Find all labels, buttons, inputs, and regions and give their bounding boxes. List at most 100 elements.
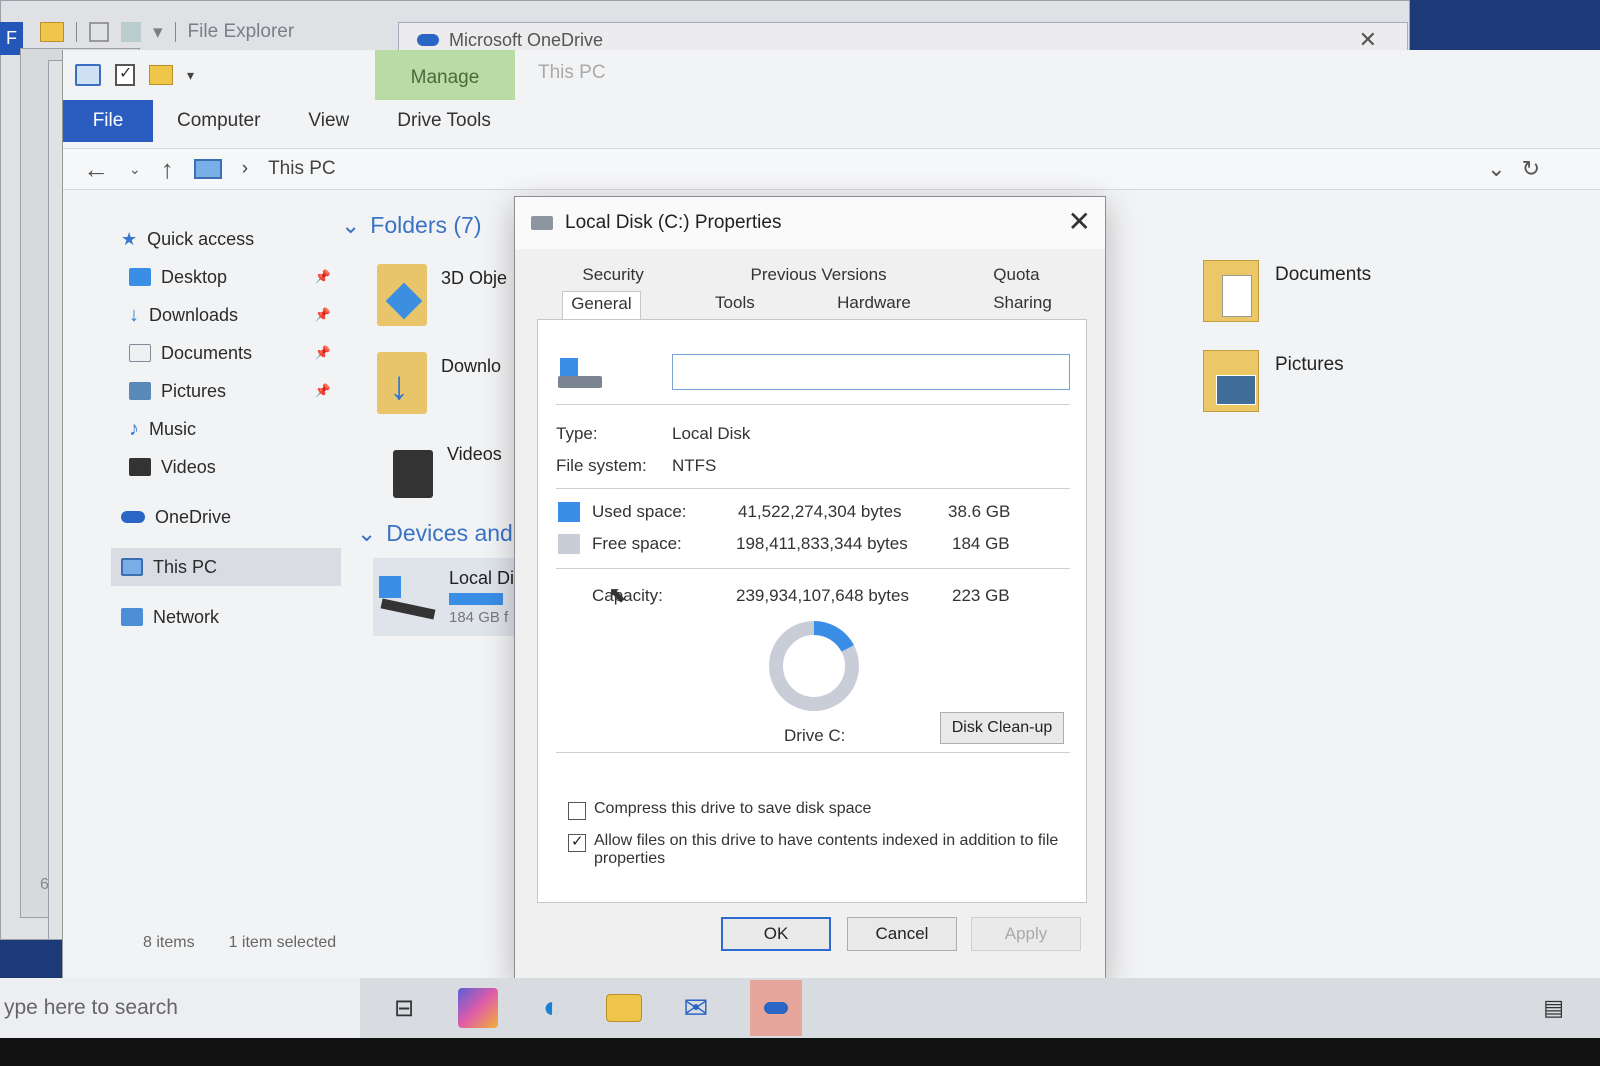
nav-music[interactable]: ♪ Music <box>111 410 341 448</box>
nav-label: Videos <box>161 456 216 477</box>
navigation-pane: ★ Quick access Desktop 📌 ↓ Downloads 📌 D… <box>111 220 341 636</box>
drive-c-tile[interactable]: Local Di 184 GB f <box>373 558 523 636</box>
tab-sharing[interactable]: Sharing <box>985 291 1060 319</box>
compress-label: Compress this drive to save disk space <box>594 800 872 817</box>
folder-icon <box>40 22 64 42</box>
nav-label: Quick access <box>147 228 255 249</box>
taskbar-search-box[interactable]: ype here to search <box>0 978 360 1038</box>
dialog-title: Local Disk (C:) Properties <box>565 212 782 233</box>
divider <box>556 404 1070 405</box>
up-arrow-icon[interactable]: ↑ <box>161 154 174 185</box>
back-arrow-icon[interactable]: ← <box>83 154 109 185</box>
compress-checkbox[interactable] <box>568 802 586 820</box>
film-icon <box>129 458 151 476</box>
chevron-down-icon: ⌄ <box>357 520 377 546</box>
customize-toolbar-icon[interactable]: ▾ <box>187 67 194 84</box>
mouse-cursor-icon: ⬉ <box>608 582 627 607</box>
used-space-swatch <box>558 502 580 522</box>
notifications-icon[interactable]: ▤ <box>1543 995 1564 1021</box>
chevron-down-icon[interactable]: ⌄ <box>1487 156 1505 182</box>
window-title: File Explorer <box>187 21 295 42</box>
onedrive-title: Microsoft OneDrive <box>449 29 604 50</box>
volume-label-input[interactable] <box>672 354 1070 390</box>
desktop-icon <box>129 268 151 286</box>
hard-drive-icon <box>379 564 436 620</box>
file-explorer-icon[interactable] <box>606 994 642 1022</box>
tab-hardware[interactable]: Hardware <box>829 291 919 319</box>
nav-documents[interactable]: Documents 📌 <box>111 334 341 372</box>
copilot-icon[interactable] <box>458 988 498 1028</box>
folder-videos[interactable]: Videos <box>393 440 502 498</box>
status-bar: 8 items 1 item selected <box>143 934 336 952</box>
nav-downloads[interactable]: ↓ Downloads 📌 <box>111 296 341 334</box>
task-view-icon[interactable]: ⊟ <box>384 988 424 1028</box>
nav-quick-access[interactable]: ★ Quick access <box>111 220 341 258</box>
file-system-label: File system: <box>556 456 647 475</box>
new-folder-icon[interactable] <box>149 65 173 85</box>
nav-this-pc[interactable]: This PC <box>111 548 341 586</box>
folder-3d-objects[interactable]: 3D Obje <box>377 264 507 326</box>
hard-drive-icon <box>531 216 553 230</box>
compress-option[interactable]: Compress this drive to save disk space <box>568 800 1068 820</box>
network-icon <box>121 608 143 626</box>
nav-label: OneDrive <box>155 506 232 527</box>
section-title: Devices and d <box>386 520 533 546</box>
nav-desktop[interactable]: Desktop 📌 <box>111 258 341 296</box>
star-icon: ★ <box>121 228 138 249</box>
film-icon <box>393 450 433 498</box>
edge-icon[interactable]: ◐ <box>532 988 572 1028</box>
nav-pictures[interactable]: Pictures 📌 <box>111 372 341 410</box>
tab-tools[interactable]: Tools <box>707 291 763 319</box>
recent-locations-icon[interactable]: ⌄ <box>129 161 141 178</box>
folder-documents[interactable]: Documents <box>1203 260 1371 322</box>
tab-file[interactable]: File <box>63 100 153 142</box>
tab-view[interactable]: View <box>284 100 373 142</box>
close-icon[interactable]: ✕ <box>1068 205 1091 238</box>
folder-downloads[interactable]: ↓ Downlo <box>377 352 501 414</box>
index-checkbox[interactable] <box>568 832 586 852</box>
index-option[interactable]: Allow files on this drive to have conten… <box>568 832 1068 868</box>
taskbar: ype here to search ⊟ ◐ ✉ ▤ <box>0 978 1600 1038</box>
disk-cleanup-button[interactable]: Disk Clean-up <box>940 712 1064 744</box>
tab-security[interactable]: Security <box>574 263 651 291</box>
devices-section-header[interactable]: ⌄ Devices and d <box>357 520 532 547</box>
tab-quota[interactable]: Quota <box>985 263 1047 291</box>
properties-dialog: Local Disk (C:) Properties ✕ Security Pr… <box>514 196 1106 982</box>
nav-onedrive[interactable]: OneDrive <box>111 498 341 536</box>
drive-name: Local Di <box>449 568 515 588</box>
folder-pictures[interactable]: Pictures <box>1203 350 1344 412</box>
divider <box>174 22 176 42</box>
breadcrumb[interactable]: This PC <box>268 158 336 180</box>
folders-section-header[interactable]: ⌄ Folders (7) <box>341 212 481 239</box>
folder-label: Pictures <box>1275 354 1344 375</box>
folder-label: Videos <box>447 444 502 464</box>
donut-svg <box>769 621 859 711</box>
dialog-titlebar[interactable]: Local Disk (C:) Properties <box>515 197 1105 249</box>
mail-icon[interactable]: ✉ <box>676 988 716 1028</box>
quick-access-toolbar: ▾ <box>63 50 1600 100</box>
tab-general[interactable]: General <box>562 291 641 319</box>
tab-previous-versions[interactable]: Previous Versions <box>743 263 895 291</box>
divider <box>76 22 77 42</box>
tab-drive-tools[interactable]: Drive Tools <box>373 100 515 142</box>
onedrive-icon[interactable] <box>750 980 802 1036</box>
tab-computer[interactable]: Computer <box>153 100 284 142</box>
section-title: Folders (7) <box>370 212 482 238</box>
ok-button[interactable]: OK <box>721 917 831 951</box>
refresh-icon[interactable]: ↻ <box>1522 156 1540 182</box>
nav-network[interactable]: Network <box>111 598 341 636</box>
manage-contextual-tab[interactable]: Manage <box>375 50 515 100</box>
folder-label: 3D Obje <box>441 268 508 288</box>
computer-icon[interactable] <box>75 64 101 86</box>
breadcrumb-separator: › <box>241 158 249 179</box>
nav-label: This PC <box>153 556 218 577</box>
nav-videos[interactable]: Videos <box>111 448 341 486</box>
cancel-button[interactable]: Cancel <box>847 917 957 951</box>
properties-checkbox-icon[interactable] <box>115 63 135 86</box>
downloads-icon: ↓ <box>377 352 427 414</box>
apply-button[interactable]: Apply <box>971 917 1081 951</box>
address-bar: ← ⌄ ↑ › This PC ⌄ ↻ <box>63 148 1600 190</box>
type-label: Type: <box>556 424 598 443</box>
pin-icon: 📌 <box>314 269 331 284</box>
pictures-folder-icon <box>1203 350 1259 412</box>
